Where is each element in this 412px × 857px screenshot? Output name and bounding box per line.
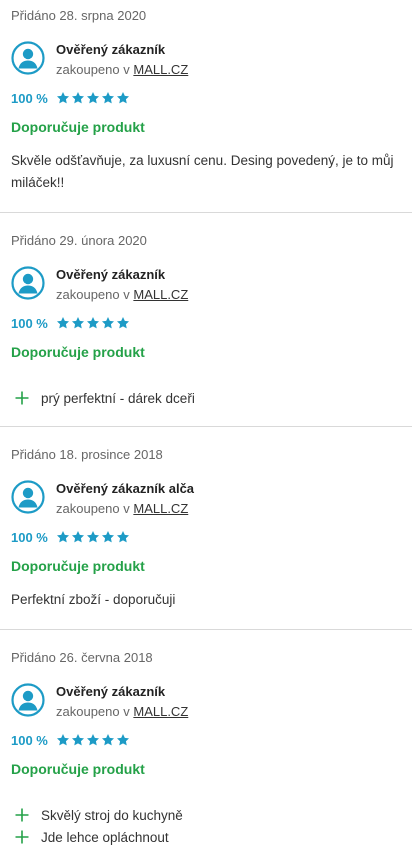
review-date: Přidáno 26. června 2018 xyxy=(11,650,153,665)
star-icon xyxy=(71,734,84,746)
star-icon xyxy=(56,92,69,104)
pro-text: Skvělý stroj do kuchyně xyxy=(41,807,183,823)
shop-link[interactable]: MALL.CZ xyxy=(133,501,188,516)
reviewer-name: Ověřený zákazník alča xyxy=(56,481,195,496)
plus-icon xyxy=(15,830,29,844)
star-icon xyxy=(101,92,114,104)
purchase-prefix: zakoupeno v xyxy=(56,501,130,516)
review-date: Přidáno 28. srpna 2020 xyxy=(11,8,147,23)
star-icon xyxy=(116,92,129,104)
review-item: Přidáno 18. prosince 2018 Ověřený zákazn… xyxy=(0,427,412,630)
star-icon xyxy=(116,734,129,746)
plus-icon xyxy=(15,808,29,822)
purchase-prefix: zakoupeno v xyxy=(56,287,130,302)
reviewer: Ověřený zákazník alča zakoupeno v MALL.C… xyxy=(11,479,391,519)
star-icon xyxy=(56,531,69,543)
star-icon xyxy=(86,92,99,104)
reviewer: Ověřený zákazník zakoupeno v MALL.CZ xyxy=(11,682,391,722)
rating: 100 % xyxy=(11,732,130,748)
recommend-label: Doporučuje produkt xyxy=(11,119,145,135)
review-date: Přidáno 29. února 2020 xyxy=(11,233,147,248)
star-icon xyxy=(86,317,99,329)
user-avatar-icon xyxy=(11,266,45,300)
review-item: Přidáno 28. srpna 2020 Ověřený zákazník … xyxy=(0,0,412,213)
rating: 100 % xyxy=(11,90,130,106)
shop-link[interactable]: MALL.CZ xyxy=(133,62,188,77)
shop-link[interactable]: MALL.CZ xyxy=(133,287,188,302)
star-icon xyxy=(71,531,84,543)
purchase-info: zakoupeno v MALL.CZ xyxy=(56,501,188,516)
rating: 100 % xyxy=(11,315,130,331)
reviewer-name: Ověřený zákazník xyxy=(56,684,166,699)
stars xyxy=(56,530,130,544)
purchase-info: zakoupeno v MALL.CZ xyxy=(56,62,188,77)
recommend-label: Doporučuje produkt xyxy=(11,344,145,360)
reviewer: Ověřený zákazník zakoupeno v MALL.CZ xyxy=(11,265,391,305)
stars xyxy=(56,91,130,105)
review-date: Přidáno 18. prosince 2018 xyxy=(11,447,163,462)
pro-item: prý perfektní - dárek dceři xyxy=(15,387,195,409)
star-icon xyxy=(71,317,84,329)
purchase-prefix: zakoupeno v xyxy=(56,704,130,719)
star-icon xyxy=(71,92,84,104)
user-avatar-icon xyxy=(11,683,45,717)
recommend-label: Doporučuje produkt xyxy=(11,558,145,574)
reviews-list: Přidáno 28. srpna 2020 Ověřený zákazník … xyxy=(0,0,412,857)
star-icon xyxy=(56,734,69,746)
star-icon xyxy=(101,531,114,543)
pro-item: Skvělý stroj do kuchyně xyxy=(15,804,183,826)
reviewer-name: Ověřený zákazník xyxy=(56,42,166,57)
review-item: Přidáno 29. února 2020 Ověřený zákazník … xyxy=(0,213,412,427)
reviewer-name: Ověřený zákazník xyxy=(56,267,166,282)
stars xyxy=(56,733,130,747)
rating-percent: 100 % xyxy=(11,315,48,331)
star-icon xyxy=(56,317,69,329)
user-avatar-icon xyxy=(11,41,45,75)
star-icon xyxy=(101,734,114,746)
pro-text: Jde lehce opláchnout xyxy=(41,829,169,845)
star-icon xyxy=(116,317,129,329)
reviewer: Ověřený zákazník zakoupeno v MALL.CZ xyxy=(11,40,391,80)
user-avatar-icon xyxy=(11,480,45,514)
stars xyxy=(56,316,130,330)
purchase-info: zakoupeno v MALL.CZ xyxy=(56,287,188,302)
pro-text: prý perfektní - dárek dceři xyxy=(41,390,195,406)
purchase-info: zakoupeno v MALL.CZ xyxy=(56,704,188,719)
rating-percent: 100 % xyxy=(11,529,48,545)
pros-list: Skvělý stroj do kuchyně Jde lehce oplách… xyxy=(15,804,183,848)
plus-icon xyxy=(15,391,29,405)
pros-list: prý perfektní - dárek dceři xyxy=(15,387,195,409)
star-icon xyxy=(116,531,129,543)
recommend-label: Doporučuje produkt xyxy=(11,761,145,777)
rating: 100 % xyxy=(11,529,130,545)
review-text: Skvěle odšťavňuje, za luxusní cenu. Desi… xyxy=(11,153,394,190)
review-item: Přidáno 26. června 2018 Ověřený zákazník… xyxy=(0,630,412,857)
purchase-prefix: zakoupeno v xyxy=(56,62,130,77)
rating-percent: 100 % xyxy=(11,732,48,748)
star-icon xyxy=(86,531,99,543)
pro-item: Jde lehce opláchnout xyxy=(15,826,183,848)
star-icon xyxy=(101,317,114,329)
star-icon xyxy=(86,734,99,746)
shop-link[interactable]: MALL.CZ xyxy=(133,704,188,719)
rating-percent: 100 % xyxy=(11,90,48,106)
review-text: Perfektní zboží - doporučuji xyxy=(11,592,176,607)
